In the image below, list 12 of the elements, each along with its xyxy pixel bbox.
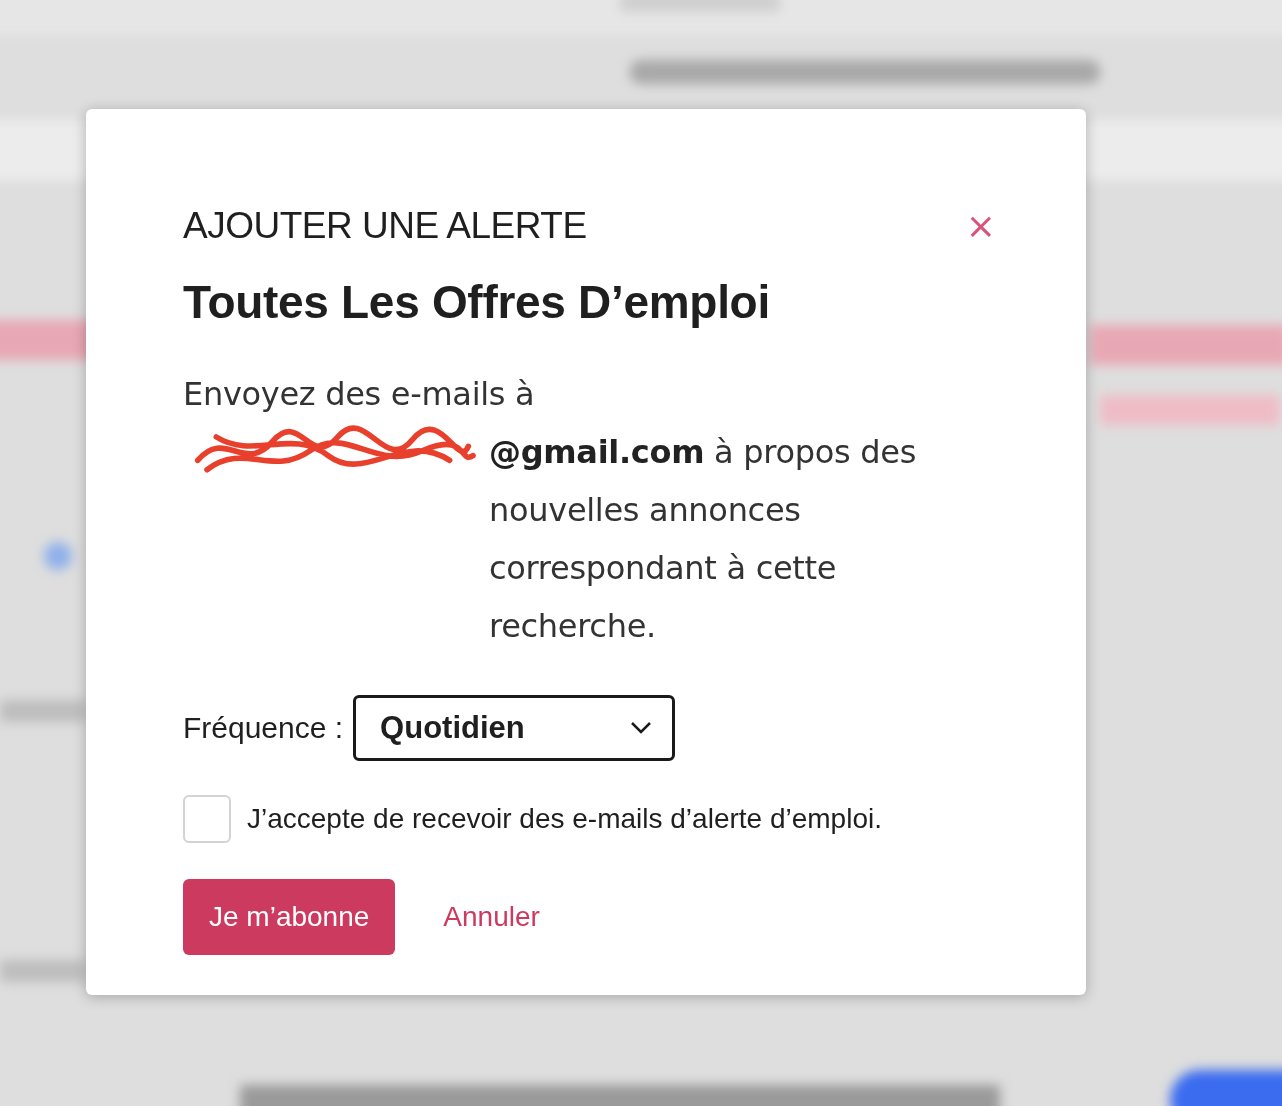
frequency-select[interactable]: Quotidien	[353, 695, 676, 761]
close-button[interactable]: ×	[961, 208, 1000, 244]
dialog-message: @gmail.com à propos des nouvelles annonces correspondant à cette recherche.	[489, 432, 918, 647]
chevron-down-icon	[630, 721, 653, 735]
cancel-link[interactable]: Annuler	[443, 901, 540, 933]
dialog-message-intro: Envoyez des e-mails à	[183, 374, 536, 415]
frequency-label: Fréquence :	[183, 711, 344, 745]
consent-label: J’accepte de recevoir des e-mails d’alerte d’emploi.	[247, 803, 882, 835]
dialog-title: Toutes Les Offres D’emploi	[183, 275, 771, 329]
consent-checkbox[interactable]	[183, 795, 231, 843]
subscribe-button[interactable]: Je m’abonne	[183, 879, 396, 955]
dialog-kicker: AJOUTER UNE ALERTE	[183, 205, 587, 247]
